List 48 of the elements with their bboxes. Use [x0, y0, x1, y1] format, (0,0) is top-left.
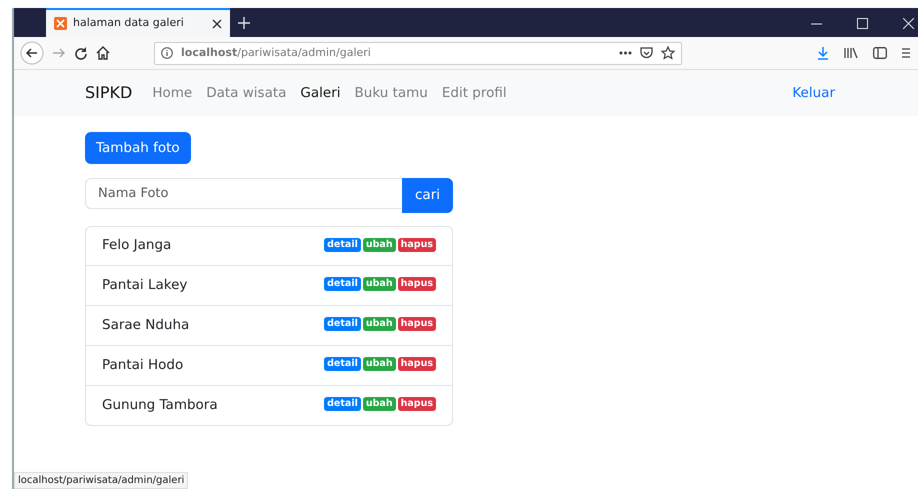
more-icon[interactable]	[619, 51, 632, 55]
home-icon[interactable]	[96, 46, 110, 60]
edit-button[interactable]: ubah	[362, 276, 396, 290]
star-icon[interactable]	[661, 46, 675, 60]
delete-button[interactable]: hapus	[398, 316, 436, 330]
photo-name: Sarae Nduha	[102, 316, 190, 335]
url-text: localhost/pariwisata/admin/galeri	[181, 44, 372, 61]
detail-button[interactable]: detail	[324, 396, 361, 410]
edit-button[interactable]: ubah	[362, 238, 396, 252]
download-icon[interactable]	[817, 46, 829, 60]
edit-button[interactable]: ubah	[362, 396, 396, 410]
nav-link[interactable]: Galeri	[293, 82, 348, 104]
search-button[interactable]: cari	[402, 178, 453, 212]
detail-button[interactable]: detail	[324, 238, 361, 252]
info-icon[interactable]	[161, 47, 173, 59]
nav-link[interactable]: Edit profil	[434, 82, 514, 104]
back-icon[interactable]	[20, 41, 44, 65]
maximize-icon[interactable]	[857, 18, 868, 29]
detail-button[interactable]: detail	[324, 356, 361, 370]
detail-button[interactable]: detail	[324, 316, 361, 330]
nav-link[interactable]: Data wisata	[199, 82, 294, 104]
delete-button[interactable]: hapus	[398, 276, 436, 290]
delete-button[interactable]: hapus	[398, 238, 436, 252]
pocket-icon[interactable]	[640, 47, 653, 59]
photo-name: Gunung Tambora	[102, 396, 218, 415]
reload-icon[interactable]	[74, 46, 88, 60]
site-icon	[54, 17, 67, 30]
photo-name: Pantai Lakey	[102, 276, 188, 295]
plus-icon[interactable]	[238, 17, 250, 29]
delete-button[interactable]: hapus	[398, 396, 436, 410]
photo-name: Felo Janga	[102, 236, 172, 256]
address-bar[interactable]: localhost/pariwisata/admin/galeri	[154, 42, 682, 64]
detail-button[interactable]: detail	[324, 276, 361, 290]
library-icon[interactable]	[844, 47, 858, 59]
search-field[interactable]: Nama Foto	[85, 178, 403, 210]
menu-icon[interactable]	[902, 47, 910, 59]
sidebar-icon[interactable]	[873, 47, 887, 59]
edit-button[interactable]: ubah	[362, 356, 396, 370]
add-photo-button[interactable]: Tambah foto	[85, 132, 191, 164]
edit-button[interactable]: ubah	[362, 316, 396, 330]
photo-name: Pantai Hodo	[102, 356, 184, 375]
delete-button[interactable]: hapus	[398, 356, 436, 370]
nav-link[interactable]: Home	[145, 82, 200, 104]
logout-link[interactable]: Keluar	[792, 82, 835, 104]
status-url: localhost/pariwisata/admin/galeri	[14, 472, 188, 489]
nav-link[interactable]: Buku tamu	[348, 82, 435, 104]
brand-logo[interactable]: SIPKD	[85, 81, 132, 105]
close-icon[interactable]	[212, 18, 222, 28]
